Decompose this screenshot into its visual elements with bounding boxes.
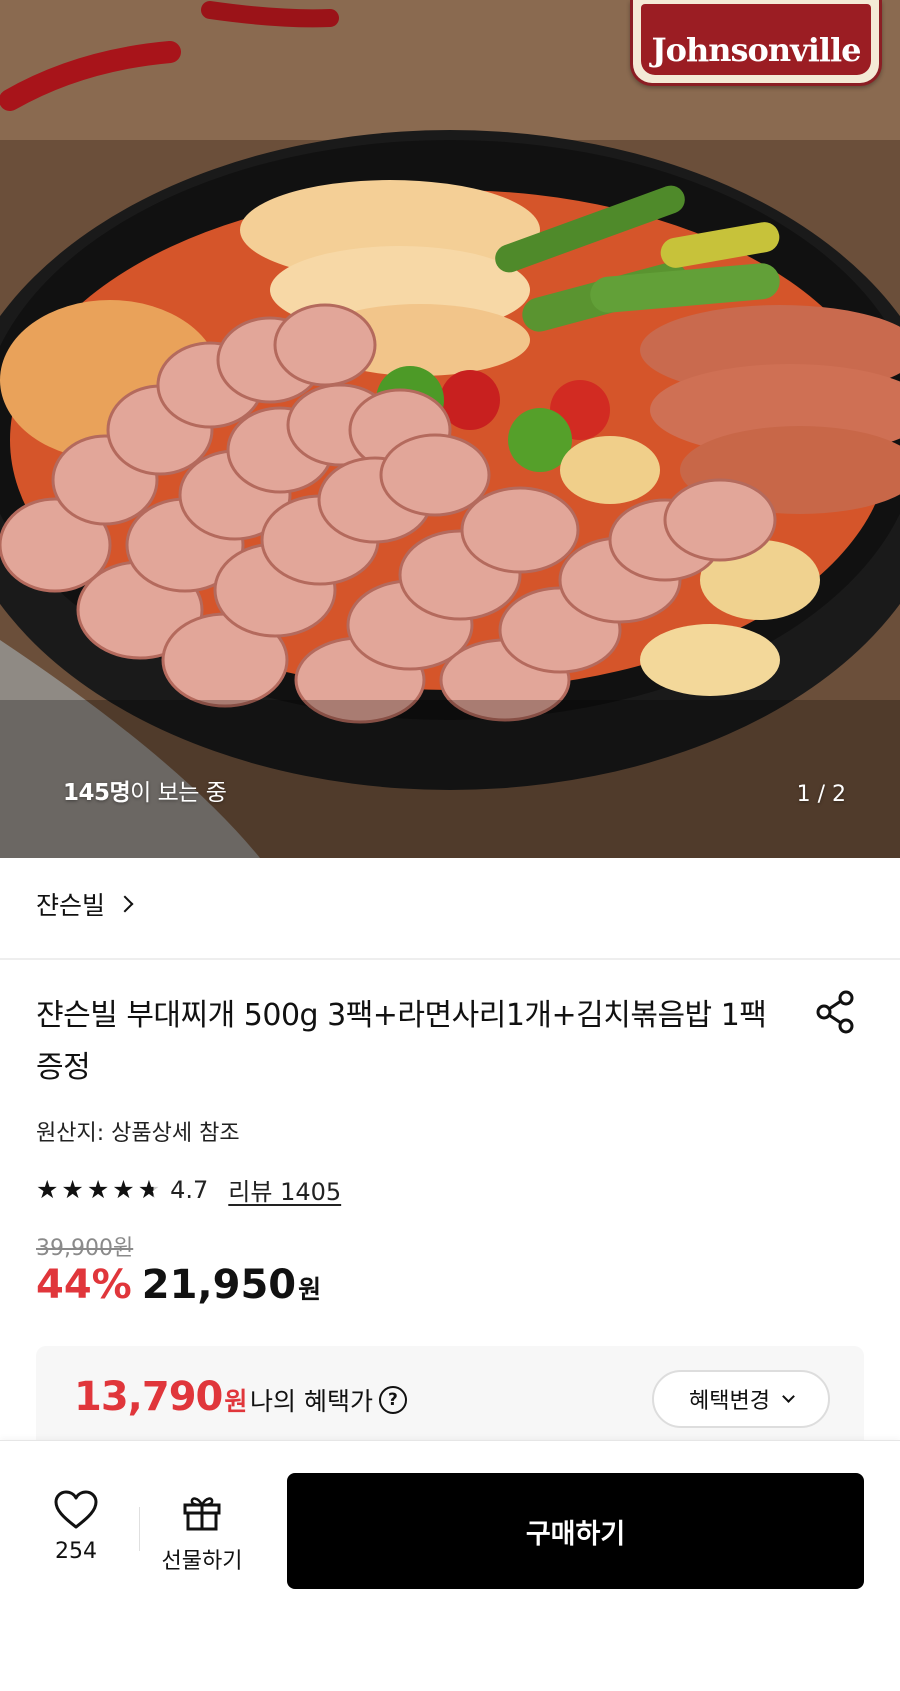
- rating-value: 4.7: [170, 1175, 209, 1204]
- change-benefit-button[interactable]: 혜택변경: [652, 1370, 830, 1428]
- product-photo: [0, 0, 900, 858]
- star-icon: ★: [36, 1175, 59, 1204]
- sale-price: 21,950: [141, 1262, 297, 1308]
- brand-logo-text: Johnsonville: [651, 31, 861, 69]
- viewers-indicator: 145명이 보는 중: [63, 773, 227, 807]
- share-button[interactable]: [812, 988, 860, 1036]
- gift-button[interactable]: 선물하기: [154, 1493, 250, 1575]
- benefit-label-row: 나의 혜택가 ?: [250, 1382, 407, 1418]
- image-pager: 1 / 2: [796, 782, 846, 807]
- share-icon: [816, 990, 854, 1034]
- rating-row: ★ ★ ★ ★ ★ 4.7 리뷰 1405: [36, 1172, 341, 1207]
- brand-link[interactable]: 쟌슨빌: [36, 886, 134, 922]
- review-link[interactable]: 리뷰 1405: [228, 1172, 341, 1207]
- origin-info: 원산지: 상품상세 참조: [36, 1121, 240, 1146]
- product-title: 쟌슨빌 부대찌개 500g 3팩+라면사리1개+김치볶음밥 1팩 증정: [36, 998, 767, 1085]
- viewers-count: 145명: [63, 780, 131, 806]
- heart-icon: [54, 1490, 98, 1529]
- section-divider: [0, 958, 900, 960]
- price-row: 44% 21,950 원: [36, 1262, 321, 1308]
- chevron-down-icon: [782, 1390, 795, 1403]
- brand-logo-badge: Johnsonville: [641, 4, 871, 75]
- chevron-right-icon: [116, 895, 134, 913]
- star-icon: ★: [61, 1175, 84, 1204]
- benefit-label: 나의 혜택가: [250, 1387, 373, 1416]
- gift-icon: [183, 1497, 221, 1531]
- rating-stars: ★ ★ ★ ★ ★: [36, 1177, 160, 1202]
- benefit-currency: 원: [224, 1387, 248, 1416]
- bottom-action-bar: 254 선물하기 구매하기: [0, 1440, 900, 1691]
- brand-name: 쟌슨빌: [36, 891, 106, 920]
- bar-divider: [139, 1507, 140, 1551]
- buy-button[interactable]: 구매하기: [287, 1473, 864, 1589]
- star-icon: ★: [112, 1175, 135, 1204]
- discount-rate: 44%: [36, 1262, 132, 1308]
- benefit-price-value: 13,790: [74, 1374, 223, 1420]
- original-price: 39,900원: [36, 1236, 134, 1261]
- like-count: 254: [55, 1539, 97, 1564]
- viewers-suffix: 이 보는 중: [130, 780, 227, 806]
- brand-logo: Johnsonville: [630, 0, 882, 86]
- like-button[interactable]: 254: [40, 1489, 112, 1564]
- star-icon: ★: [86, 1175, 110, 1204]
- currency-unit: 원: [298, 1275, 322, 1304]
- benefit-price: 13,790 원: [74, 1374, 247, 1420]
- help-icon[interactable]: ?: [378, 1386, 407, 1414]
- product-image[interactable]: Johnsonville 145명이 보는 중 1 / 2: [0, 0, 900, 858]
- gift-label: 선물하기: [161, 1549, 243, 1574]
- change-benefit-label: 혜택변경: [689, 1389, 770, 1414]
- star-half-icon: ★: [137, 1175, 161, 1204]
